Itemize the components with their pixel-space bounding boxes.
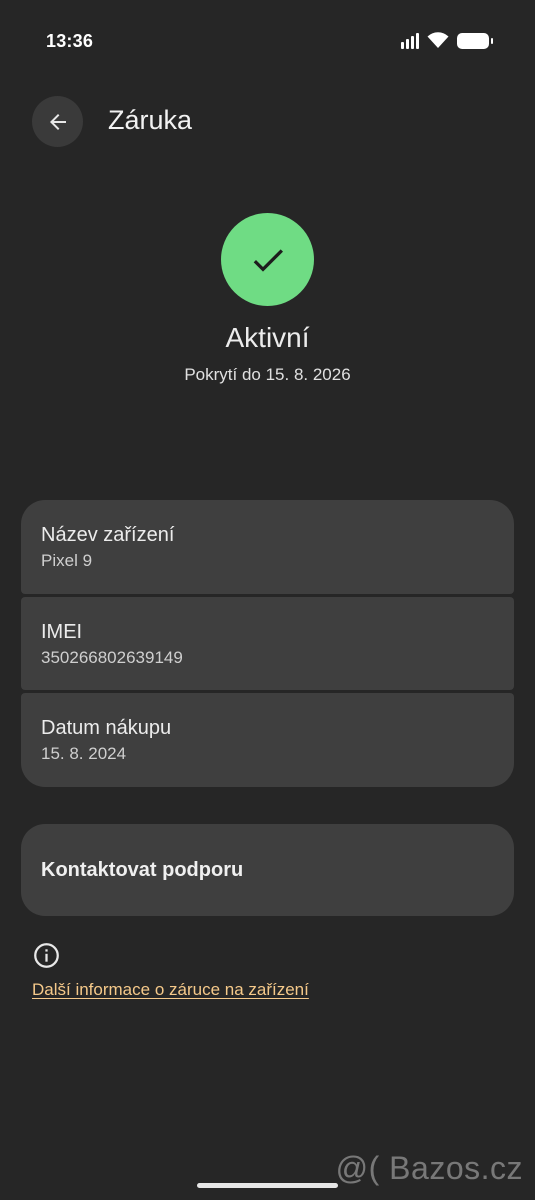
detail-value: 350266802639149 <box>41 648 183 667</box>
detail-label: Název zařízení <box>41 524 175 546</box>
status-bar-icons <box>401 32 493 49</box>
page-title: Záruka <box>108 105 193 135</box>
checkmark-icon <box>253 248 283 272</box>
detail-device-name: Název zařízení Pixel 9 <box>21 500 514 594</box>
battery-full-icon <box>457 32 493 49</box>
detail-purchase-date: Datum nákupu 15. 8. 2024 <box>21 693 514 787</box>
coverage-date: Pokrytí do 15. 8. 2026 <box>184 365 351 384</box>
warranty-info-link[interactable]: Další informace o záruce na zařízení <box>32 980 309 1000</box>
detail-imei: IMEI 350266802639149 <box>21 597 514 690</box>
signal-bars-icon <box>401 32 419 49</box>
watermark: @( Bazos.cz <box>335 1150 523 1186</box>
home-indicator[interactable] <box>197 1183 338 1188</box>
detail-label: Datum nákupu <box>41 717 172 739</box>
warranty-status-text: Aktivní <box>225 322 310 353</box>
back-button[interactable] <box>32 96 83 147</box>
detail-label: IMEI <box>41 621 83 643</box>
warranty-status-badge <box>221 213 314 306</box>
detail-value: Pixel 9 <box>41 551 93 570</box>
status-bar-time: 13:36 <box>46 31 94 51</box>
wifi-icon <box>427 32 449 48</box>
arrow-left-icon <box>49 113 66 130</box>
contact-support-button[interactable]: Kontaktovat podporu <box>21 824 514 916</box>
detail-value: 15. 8. 2024 <box>41 744 127 763</box>
info-icon <box>34 943 59 968</box>
